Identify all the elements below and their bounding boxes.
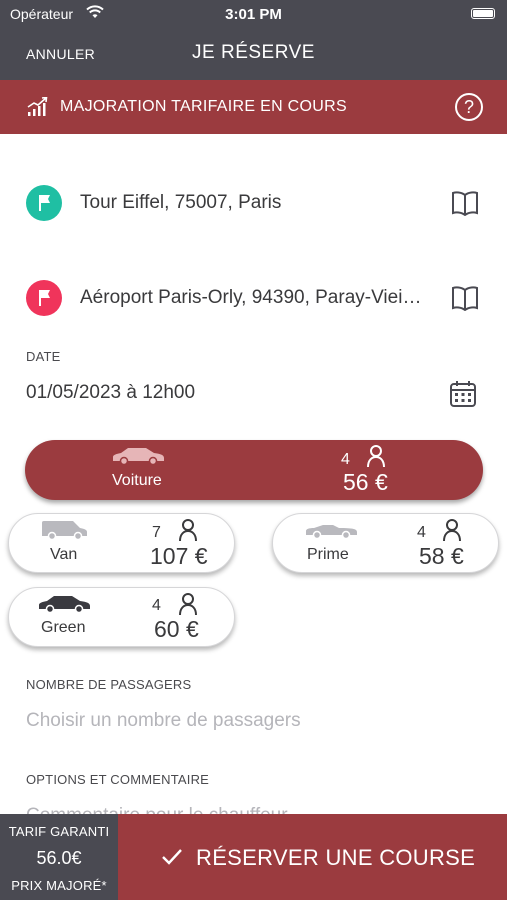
tarif-label: TARIF GARANTI (8, 824, 110, 839)
help-icon[interactable]: ? (455, 93, 483, 121)
vehicle-van-card[interactable]: Van 7 107 € (8, 513, 235, 573)
vehicle-price: 56 € (343, 469, 388, 495)
passenger-count: 7 (152, 524, 161, 541)
dropoff-address[interactable]: Aéroport Paris-Orly, 94390, Paray-Vieill… (80, 287, 425, 309)
vehicle-name: Prime (307, 546, 349, 563)
bottom-bar: TARIF GARANTI 56.0€ PRIX MAJORÉ* RÉSERVE… (0, 814, 507, 900)
vehicle-voiture-card[interactable]: Voiture 4 56 € (25, 440, 483, 500)
passenger-count: 4 (341, 451, 350, 468)
vehicle-price: 107 € (150, 543, 208, 569)
calendar-icon[interactable] (449, 380, 477, 413)
passenger-count: 4 (152, 597, 161, 614)
vehicle-price: 58 € (419, 543, 464, 569)
sedan-icon (110, 446, 166, 471)
passengers-label: NOMBRE DE PASSAGERS (26, 677, 192, 692)
status-bar: Opérateur 3:01 PM (0, 0, 507, 28)
surge-label: MAJORATION TARIFAIRE EN COURS (60, 98, 347, 115)
tarif-panel: TARIF GARANTI 56.0€ PRIX MAJORÉ* (0, 814, 118, 900)
dropoff-row[interactable]: Aéroport Paris-Orly, 94390, Paray-Vieill… (0, 273, 507, 323)
clock: 3:01 PM (225, 6, 282, 23)
pickup-row[interactable]: Tour Eiffel, 75007, Paris (0, 178, 507, 228)
surge-banner: MAJORATION TARIFAIRE EN COURS ? (0, 80, 507, 134)
convertible-icon (303, 520, 359, 545)
vehicle-price: 60 € (154, 616, 199, 642)
trending-chart-icon (27, 96, 49, 122)
nav-bar: ANNULER JE RÉSERVE (0, 28, 507, 80)
checkmark-icon (160, 845, 184, 874)
pickup-address[interactable]: Tour Eiffel, 75007, Paris (80, 192, 425, 214)
pickup-flag-icon (26, 185, 62, 221)
date-label: DATE (26, 349, 61, 364)
vehicle-name: Van (50, 546, 78, 563)
tarif-value: 56.0€ (36, 848, 82, 868)
address-book-icon[interactable] (451, 190, 479, 221)
battery-icon (471, 8, 495, 19)
passengers-field[interactable]: Choisir un nombre de passagers (26, 710, 301, 732)
reserve-label: RÉSERVER UNE COURSE (196, 845, 476, 870)
address-book-icon[interactable] (451, 285, 479, 316)
dropoff-flag-icon (26, 280, 62, 316)
vehicle-prime-card[interactable]: Prime 4 58 € (272, 513, 499, 573)
options-label: OPTIONS ET COMMENTAIRE (26, 772, 210, 787)
sedan-icon (36, 594, 92, 619)
passenger-count: 4 (417, 524, 426, 541)
date-field[interactable]: 01/05/2023 à 12h00 (26, 382, 195, 404)
vehicle-green-card[interactable]: Green 4 60 € (8, 587, 235, 647)
tarif-note: PRIX MAJORÉ* (11, 878, 107, 893)
vehicle-name: Green (41, 619, 86, 636)
vehicle-name: Voiture (112, 472, 162, 489)
page-title: JE RÉSERVE (192, 42, 315, 63)
reserve-button[interactable]: RÉSERVER UNE COURSE (118, 814, 507, 900)
van-icon (39, 519, 89, 546)
